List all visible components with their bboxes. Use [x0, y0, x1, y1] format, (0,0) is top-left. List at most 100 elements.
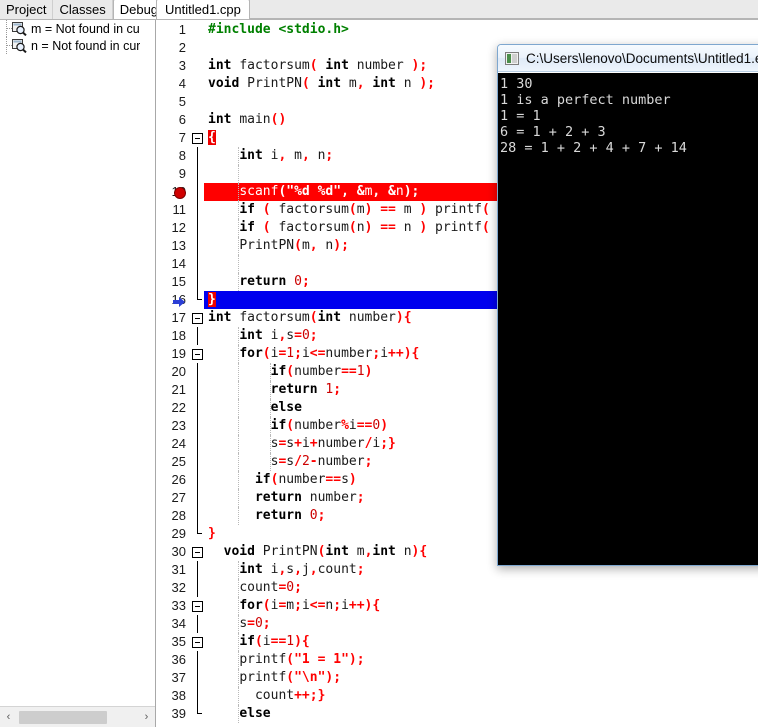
code-line[interactable]: 35 if(i==1){: [156, 633, 758, 651]
code-line[interactable]: 33 for(i=m;i<=n;i++){: [156, 597, 758, 615]
code-text: int factorsum(int number){: [208, 310, 412, 325]
fold-toggle-icon[interactable]: [192, 313, 203, 324]
tab-untitled1-cpp[interactable]: Untitled1.cpp: [156, 0, 250, 19]
code-text: if ( factorsum(m) == m ) printf(: [239, 202, 490, 217]
code-line[interactable]: 1 #include <stdio.h>: [156, 21, 758, 39]
code-line[interactable]: 34 s=0;: [156, 615, 758, 633]
code-text: if(number%i==0): [270, 418, 389, 433]
line-number[interactable]: 21: [156, 381, 188, 399]
left-panel: Project Classes Debug m = Not found in c…: [0, 0, 166, 727]
watch-item-label: n = Not found in cur: [31, 38, 141, 53]
line-number[interactable]: 20: [156, 363, 188, 381]
line-number[interactable]: 6: [156, 111, 188, 129]
code-text: for(i=1;i<=number;i++){: [239, 346, 420, 361]
watch-item[interactable]: m = Not found in cu: [0, 20, 155, 37]
line-number[interactable]: 18: [156, 327, 188, 345]
line-number[interactable]: 28: [156, 507, 188, 525]
code-line[interactable]: 32 count=0;: [156, 579, 758, 597]
line-number[interactable]: 38: [156, 687, 188, 705]
line-number[interactable]: 25: [156, 453, 188, 471]
scroll-right-arrow-icon[interactable]: ›: [138, 707, 155, 727]
line-number[interactable]: 4: [156, 75, 188, 93]
line-number[interactable]: 32: [156, 579, 188, 597]
line-number[interactable]: 27: [156, 489, 188, 507]
line-number[interactable]: 3: [156, 57, 188, 75]
line-number[interactable]: 17: [156, 309, 188, 327]
fold-connector: [197, 669, 198, 687]
line-number[interactable]: 36: [156, 651, 188, 669]
line-number[interactable]: 1: [156, 21, 188, 39]
tab-project[interactable]: Project: [0, 0, 54, 19]
watch-item[interactable]: n = Not found in cur: [0, 37, 155, 54]
line-number[interactable]: 2: [156, 39, 188, 57]
line-number[interactable]: 26: [156, 471, 188, 489]
line-number[interactable]: 8: [156, 147, 188, 165]
code-line[interactable]: 39 else: [156, 705, 758, 723]
console-window[interactable]: C:\Users\lenovo\Documents\Untitled1.e 1 …: [497, 44, 758, 566]
fold-toggle-icon[interactable]: [192, 349, 203, 360]
code-line[interactable]: 38 count++;}: [156, 687, 758, 705]
line-number[interactable]: 34: [156, 615, 188, 633]
line-number[interactable]: 22: [156, 399, 188, 417]
line-number[interactable]: 33: [156, 597, 188, 615]
fold-toggle-icon[interactable]: [192, 547, 203, 558]
line-number[interactable]: 39: [156, 705, 188, 723]
fold-connector-end: [197, 713, 202, 714]
code-text: }: [208, 292, 216, 307]
code-text: }: [208, 526, 216, 541]
code-text: return 0;: [239, 274, 310, 289]
fold-connector: [197, 453, 198, 471]
execution-arrow-icon: [173, 295, 185, 307]
left-panel-horizontal-scrollbar[interactable]: ‹ ›: [0, 706, 155, 727]
line-number[interactable]: 30: [156, 543, 188, 561]
code-line[interactable]: 37 printf("\n");: [156, 669, 758, 687]
line-number[interactable]: 7: [156, 129, 188, 147]
fold-connector: [197, 687, 198, 705]
indent-guide: [238, 165, 239, 183]
tab-classes[interactable]: Classes: [53, 0, 113, 19]
fold-connector: [197, 273, 198, 291]
console-app-icon: [505, 51, 519, 65]
code-text: else: [239, 706, 271, 721]
code-text: int factorsum( int number );: [208, 58, 428, 73]
fold-connector: [197, 489, 198, 507]
fold-connector: [197, 381, 198, 399]
fold-connector: [197, 201, 198, 219]
line-number[interactable]: 24: [156, 435, 188, 453]
code-text: void PrintPN(int m,int n){: [223, 544, 428, 559]
line-number[interactable]: 29: [156, 525, 188, 543]
fold-connector: [197, 561, 198, 579]
line-number[interactable]: 23: [156, 417, 188, 435]
line-number[interactable]: 5: [156, 93, 188, 111]
scrollbar-thumb[interactable]: [19, 710, 107, 724]
code-text: void PrintPN( int m, int n );: [208, 76, 436, 91]
code-text: printf("1 = 1");: [239, 652, 365, 667]
fold-connector: [197, 579, 198, 597]
line-number[interactable]: 13: [156, 237, 188, 255]
fold-connector: [197, 219, 198, 237]
scrollbar-track[interactable]: [17, 707, 138, 727]
fold-connector: [197, 237, 198, 255]
fold-toggle-icon[interactable]: [192, 601, 203, 612]
code-text: if(i==1){: [239, 634, 310, 649]
code-line[interactable]: 36 printf("1 = 1");: [156, 651, 758, 669]
debug-watch-list: m = Not found in cu n = Not found in cur: [0, 20, 155, 706]
fold-connector: [197, 147, 198, 165]
line-number[interactable]: 15: [156, 273, 188, 291]
line-number[interactable]: 19: [156, 345, 188, 363]
editor-tabbar: Untitled1.cpp: [156, 0, 758, 20]
line-number[interactable]: 37: [156, 669, 188, 687]
fold-toggle-icon[interactable]: [192, 133, 203, 144]
line-number[interactable]: 12: [156, 219, 188, 237]
line-number[interactable]: 14: [156, 255, 188, 273]
fold-connector: [197, 651, 198, 669]
fold-toggle-icon[interactable]: [192, 637, 203, 648]
line-number[interactable]: 31: [156, 561, 188, 579]
scroll-left-arrow-icon[interactable]: ‹: [0, 707, 17, 727]
watch-item-label: m = Not found in cu: [31, 21, 140, 36]
breakpoint-dot-icon[interactable]: [174, 187, 186, 199]
line-number[interactable]: 35: [156, 633, 188, 651]
line-number[interactable]: 9: [156, 165, 188, 183]
console-titlebar[interactable]: C:\Users\lenovo\Documents\Untitled1.e: [498, 45, 758, 72]
line-number[interactable]: 11: [156, 201, 188, 219]
